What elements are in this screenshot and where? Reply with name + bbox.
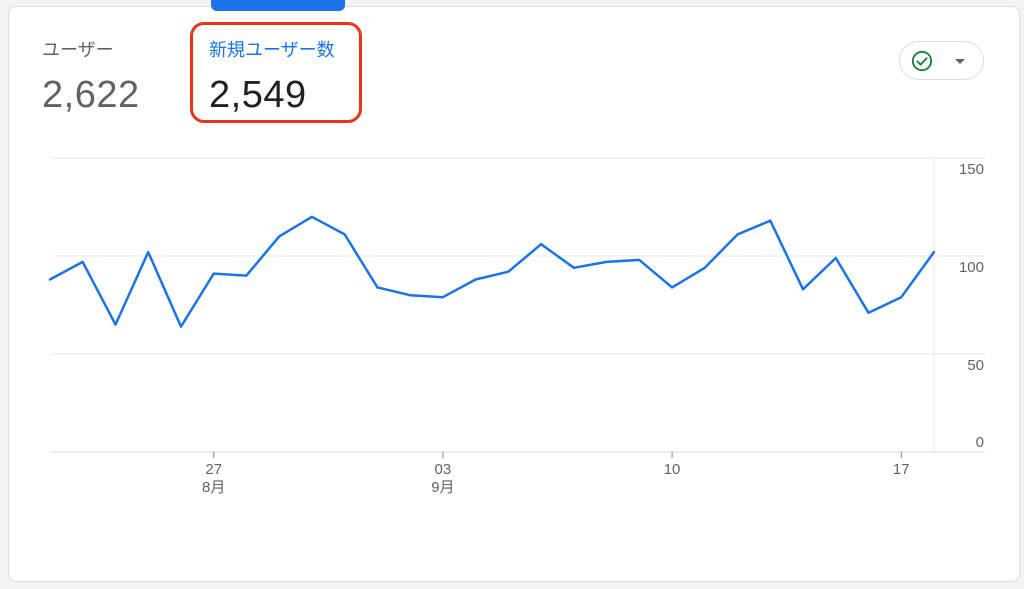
y-tick-label: 100 <box>959 259 984 276</box>
x-tick-label: 27 <box>205 461 222 478</box>
y-tick-label: 0 <box>976 434 984 451</box>
x-axis-ticks: 278月 039月 10 17 <box>202 452 910 496</box>
y-axis-ticks: 150 100 50 0 <box>959 161 984 451</box>
x-tick-label: 17 <box>893 461 910 478</box>
line-chart: 150 100 50 0 278月 039月 10 17 <box>48 157 985 496</box>
x-tick-sublabel: 8月 <box>202 479 225 496</box>
y-tick-label: 150 <box>959 161 984 178</box>
y-tick-label: 50 <box>967 357 984 374</box>
chart-grid <box>50 157 985 453</box>
x-tick-sublabel: 9月 <box>431 479 454 496</box>
series-line <box>48 215 936 328</box>
x-tick-label: 03 <box>435 461 452 478</box>
chart-series <box>48 215 936 328</box>
x-tick-label: 10 <box>664 461 681 478</box>
